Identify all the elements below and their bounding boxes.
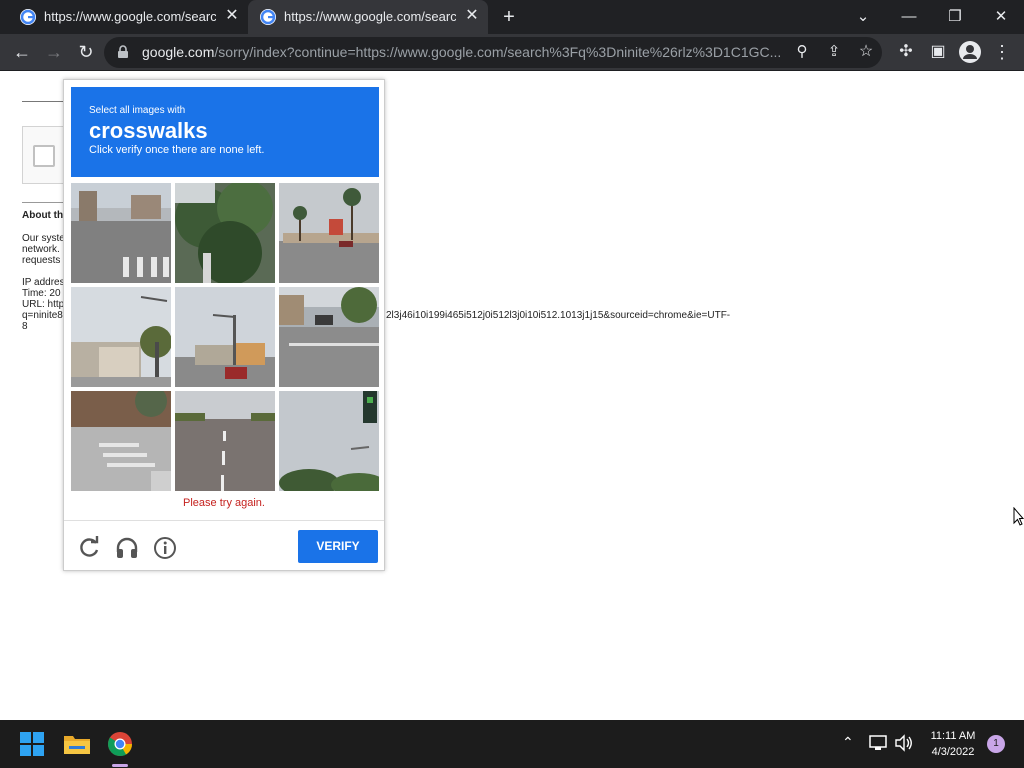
- time-label: Time: 20: [22, 288, 61, 299]
- share-icon[interactable]: ⇪: [822, 40, 846, 64]
- windows-taskbar: ⌃ 11:11 AM 4/3/2022 1: [0, 720, 1024, 768]
- info-icon[interactable]: [152, 535, 178, 561]
- forward-icon[interactable]: →: [42, 40, 66, 64]
- volume-icon[interactable]: [894, 734, 914, 752]
- google-favicon-icon: [20, 9, 36, 25]
- network-icon[interactable]: [868, 734, 888, 752]
- page-line: Our syste: [22, 233, 65, 244]
- new-tab-button[interactable]: +: [497, 5, 521, 29]
- active-app-indicator: [112, 764, 128, 767]
- url-value-tail: 2l3j46i10i199i465i512j0i512l3j0i10i512.1…: [386, 310, 731, 321]
- challenge-instruction: Select all images with: [89, 105, 186, 116]
- image-tile[interactable]: [71, 287, 171, 387]
- image-tile[interactable]: [279, 391, 379, 491]
- challenge-hint: Click verify once there are none left.: [89, 144, 265, 156]
- url-domain: google.com: [142, 44, 215, 60]
- tab-1[interactable]: https://www.google.com/search?q=ninite&r…: [8, 0, 248, 34]
- close-tab-icon[interactable]: ✕: [464, 8, 480, 24]
- bookmark-star-icon[interactable]: ☆: [854, 40, 878, 64]
- recaptcha-checkbox[interactable]: [33, 145, 55, 167]
- challenge-header: Select all images with crosswalks Click …: [71, 87, 379, 177]
- windows-start-icon[interactable]: [16, 728, 48, 760]
- url-value: q=ninite8: [22, 310, 63, 321]
- challenge-keyword: crosswalks: [89, 118, 208, 143]
- notification-badge[interactable]: 1: [987, 735, 1005, 753]
- page-line: requests: [22, 255, 61, 266]
- reload-challenge-icon[interactable]: [76, 535, 102, 561]
- more-menu-icon[interactable]: ⋮: [990, 40, 1014, 64]
- clock-date: 4/3/2022: [931, 746, 975, 758]
- recaptcha-challenge: Select all images with crosswalks Click …: [63, 79, 385, 571]
- page-line: network.: [22, 244, 60, 255]
- profile-avatar-icon[interactable]: [958, 40, 982, 64]
- image-tile[interactable]: [71, 183, 171, 283]
- tab-search-chevron-icon[interactable]: ⌄: [851, 5, 875, 29]
- image-tile[interactable]: [279, 183, 379, 283]
- chevron-up-icon[interactable]: ⌃: [842, 734, 854, 751]
- divider: [64, 520, 384, 521]
- ip-address-label: IP addres: [22, 277, 65, 288]
- url-path: /sorry/index?continue=https://www.google…: [214, 44, 782, 60]
- back-icon[interactable]: ←: [10, 40, 34, 64]
- divider: [22, 101, 66, 102]
- lock-icon[interactable]: [116, 45, 130, 59]
- url-value-tail: 8: [22, 321, 28, 332]
- tab-title: https://www.google.com/search?q=ninite&r…: [284, 9, 456, 24]
- image-tile[interactable]: [175, 287, 275, 387]
- file-explorer-folder-icon[interactable]: [61, 728, 93, 760]
- close-window-button[interactable]: ✕: [989, 5, 1013, 29]
- divider: [22, 202, 66, 203]
- browser-toolbar: ← → ↻ google.com/sorry/index?continue=ht…: [0, 34, 1024, 71]
- address-bar[interactable]: google.com/sorry/index?continue=https://…: [104, 37, 882, 68]
- mouse-cursor-icon: [1013, 506, 1024, 532]
- recaptcha-checkbox-widget: [22, 126, 66, 184]
- image-tile[interactable]: [71, 391, 171, 491]
- side-panel-icon[interactable]: ▣: [926, 40, 950, 64]
- extensions-icon[interactable]: ✣: [894, 40, 918, 64]
- url-text[interactable]: google.com/sorry/index?continue=https://…: [142, 44, 782, 60]
- about-heading: About th: [22, 210, 64, 221]
- image-tile[interactable]: [175, 391, 275, 491]
- reload-icon[interactable]: ↻: [74, 40, 98, 64]
- clock-time: 11:11 AM: [930, 730, 976, 742]
- image-tile[interactable]: [175, 183, 275, 283]
- tab-2-active[interactable]: https://www.google.com/search?q=ninite&r…: [248, 0, 488, 34]
- google-favicon-icon: [260, 9, 276, 25]
- tab-title: https://www.google.com/search?q=ninite&r…: [44, 9, 216, 24]
- restore-button[interactable]: ❐: [943, 5, 967, 29]
- error-message: Please try again.: [183, 497, 265, 509]
- minimize-button[interactable]: —: [897, 5, 921, 29]
- system-clock[interactable]: 11:11 AM 4/3/2022: [918, 728, 988, 760]
- verify-button[interactable]: VERIFY: [298, 530, 378, 563]
- chrome-taskbar-icon[interactable]: [104, 728, 136, 760]
- zoom-icon[interactable]: ⚲: [790, 40, 814, 64]
- close-tab-icon[interactable]: ✕: [224, 8, 240, 24]
- tab-strip: https://www.google.com/search?q=ninite&r…: [0, 0, 1024, 34]
- image-tile[interactable]: [279, 287, 379, 387]
- audio-challenge-headphones-icon[interactable]: [114, 535, 140, 561]
- url-label: URL: http: [22, 299, 65, 310]
